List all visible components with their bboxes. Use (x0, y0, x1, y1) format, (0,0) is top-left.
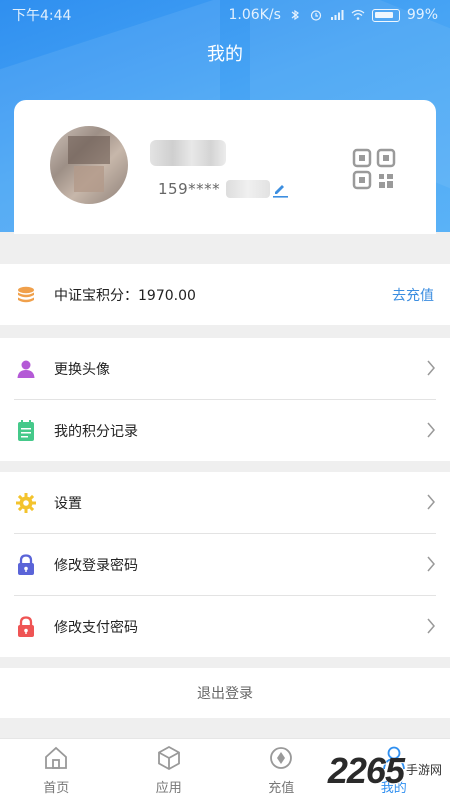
box-icon (157, 745, 180, 771)
bluetooth-icon (291, 9, 299, 21)
chevron-right-icon (427, 494, 435, 510)
points-row: 中证宝积分：1970.00 去充值 (0, 264, 450, 325)
lock-icon (14, 553, 38, 577)
network-speed: 1.06K/s (228, 7, 281, 23)
points-record-label: 我的积分记录 (54, 423, 138, 440)
wifi-icon (351, 9, 365, 20)
settings-label: 设置 (54, 495, 82, 512)
change-avatar-label: 更换头像 (54, 361, 110, 378)
qr-code-icon[interactable] (352, 148, 398, 192)
home-icon (45, 746, 68, 769)
phone-number-blurred (226, 180, 270, 198)
recharge-icon (270, 747, 293, 769)
change-avatar-row[interactable]: 更换头像 (0, 338, 450, 399)
avatar[interactable] (50, 126, 128, 204)
points-section: 中证宝积分：1970.00 去充值 (0, 264, 450, 325)
points-record-row[interactable]: 我的积分记录 (0, 400, 450, 461)
chevron-right-icon (427, 360, 435, 376)
settings-row[interactable]: 设置 (0, 472, 450, 533)
edit-icon[interactable] (270, 180, 290, 198)
watermark-text: 手游网 (405, 763, 442, 777)
logout-button[interactable]: 退出登录 (0, 668, 450, 718)
note-icon (14, 419, 38, 443)
settings-section: 设置 修改登录密码 修改支付密码 (0, 472, 450, 657)
tab-apps-label: 应用 (155, 781, 182, 796)
status-time: 下午4:44 (12, 8, 72, 24)
signal-icon (330, 10, 344, 20)
change-payment-password-row[interactable]: 修改支付密码 (0, 596, 450, 657)
page-title: 我的 (207, 44, 243, 65)
change-login-password-label: 修改登录密码 (54, 557, 138, 574)
recharge-link[interactable]: 去充值 (392, 285, 434, 305)
profile-card: 159**** (14, 100, 436, 234)
watermark-logo: 2265 (327, 750, 405, 791)
tab-home-label: 首页 (43, 781, 70, 796)
points-balance: 中证宝积分：1970.00 (54, 287, 196, 304)
chevron-right-icon (427, 422, 435, 438)
chevron-right-icon (427, 618, 435, 634)
change-payment-password-label: 修改支付密码 (54, 619, 138, 636)
alarm-icon (310, 10, 321, 21)
chevron-right-icon (427, 556, 435, 572)
site-watermark: 2265 手游网 (328, 746, 442, 792)
battery-level: 99% (406, 7, 438, 23)
lock-icon (14, 615, 38, 639)
change-login-password-row[interactable]: 修改登录密码 (0, 534, 450, 595)
tab-recharge[interactable]: 充值 (225, 739, 338, 800)
person-icon (14, 357, 38, 381)
tab-home[interactable]: 首页 (0, 739, 113, 800)
tab-apps[interactable]: 应用 (113, 739, 226, 800)
status-bar: 下午4:44 1.06K/s 99% (0, 0, 450, 30)
coins-icon (14, 283, 38, 307)
account-section: 更换头像 我的积分记录 (0, 338, 450, 461)
username-blurred (150, 140, 226, 166)
battery-icon (371, 8, 400, 22)
gear-icon (14, 491, 38, 515)
tab-recharge-label: 充值 (268, 781, 295, 796)
phone-number: 159**** (158, 180, 221, 198)
